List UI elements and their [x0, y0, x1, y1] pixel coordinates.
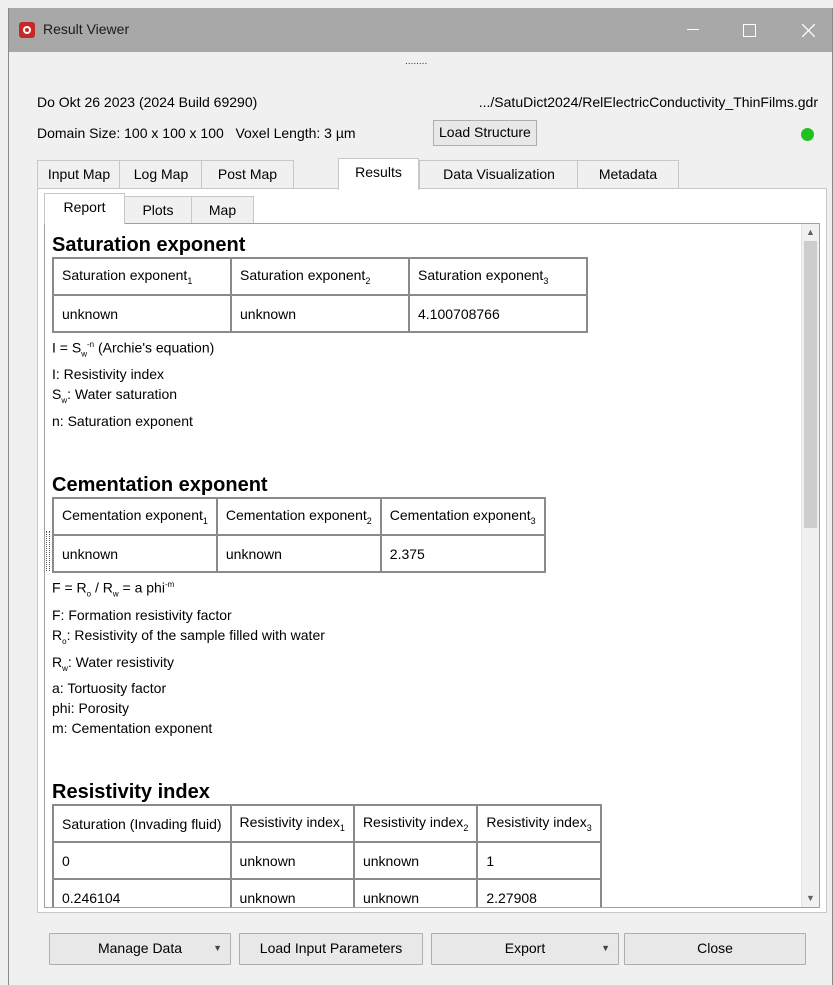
- resistivity-table: Saturation (Invading fluid) Resistivity …: [52, 804, 602, 907]
- maximize-icon: [743, 24, 756, 37]
- tab-log-map[interactable]: Log Map: [119, 160, 203, 188]
- table-cell: unknown: [352, 841, 479, 881]
- close-button[interactable]: Close: [624, 933, 806, 965]
- legend-line: phi: Porosity: [52, 700, 130, 717]
- table-header-cell: Resistivity index1: [229, 804, 355, 844]
- tab-post-map[interactable]: Post Map: [201, 160, 294, 188]
- vertical-scrollbar[interactable]: ▲ ▼: [801, 224, 819, 907]
- legend-line: Rw: Water resistivity: [52, 653, 174, 673]
- tab-data-visualization[interactable]: Data Visualization: [419, 160, 579, 188]
- subtab-report[interactable]: Report: [44, 193, 125, 224]
- load-structure-button[interactable]: Load Structure: [433, 120, 537, 146]
- tab-input-map[interactable]: Input Map: [37, 160, 121, 188]
- cementation-table: Cementation exponent1 Cementation expone…: [52, 497, 546, 574]
- side-splitter-handle[interactable]: [46, 531, 50, 571]
- saturation-heading: Saturation exponent: [52, 234, 246, 256]
- table-cell: 4.100708766: [408, 294, 588, 333]
- report-content: Saturation exponent Saturation exponent1…: [52, 224, 797, 907]
- table-cell: unknown: [52, 294, 232, 333]
- table-header-cell: Cementation exponent2: [215, 497, 382, 537]
- app-logo-icon: [19, 22, 35, 38]
- title-bar[interactable]: Result Viewer: [9, 8, 832, 52]
- export-button[interactable]: Export ▼: [431, 933, 619, 965]
- table-cell: unknown: [230, 294, 410, 333]
- table-cell: unknown: [229, 841, 355, 881]
- scroll-down-arrow-icon[interactable]: ▼: [802, 890, 819, 907]
- subtab-map[interactable]: Map: [191, 196, 254, 223]
- export-label: Export: [504, 940, 546, 956]
- table-cell: unknown: [229, 878, 355, 907]
- table-row: 0.246104 unknown unknown 2.27908: [52, 878, 602, 907]
- table-header-cell: Saturation exponent2: [230, 257, 410, 296]
- manage-data-button[interactable]: Manage Data ▼: [49, 933, 231, 965]
- subtab-plots[interactable]: Plots: [123, 196, 193, 223]
- table-header-cell: Resistivity index2: [352, 804, 479, 844]
- results-panel: Report Plots Map Saturation exponent Sat…: [37, 188, 827, 913]
- legend-line: Ro: Resistivity of the sample filled wit…: [52, 626, 325, 646]
- manage-data-label: Manage Data: [97, 940, 183, 956]
- load-input-parameters-button[interactable]: Load Input Parameters: [239, 933, 423, 965]
- dropdown-arrow-icon: ▼: [213, 943, 222, 953]
- table-header-cell: Saturation exponent3: [408, 257, 588, 296]
- status-indicator: [801, 128, 814, 141]
- table-header-cell: Cementation exponent3: [379, 497, 546, 537]
- table-cell: unknown: [352, 878, 479, 907]
- cementation-legend: F = Ro / Rw = a phi-m F: Formation resis…: [52, 575, 797, 738]
- table-header-cell: Saturation (Invading fluid): [52, 804, 232, 844]
- close-icon: [802, 24, 815, 37]
- legend-line: m: Cementation exponent: [52, 720, 213, 737]
- legend-line: F: Formation resistivity factor: [52, 606, 232, 623]
- maximize-button[interactable]: [727, 8, 773, 52]
- domain-size-info: Domain Size: 100 x 100 x 100 Voxel Lengt…: [37, 125, 356, 141]
- splitter-handle[interactable]: ........: [405, 57, 427, 67]
- resistivity-heading: Resistivity index: [52, 781, 210, 804]
- table-cell: unknown: [52, 534, 218, 574]
- table-header-cell: Cementation exponent1: [52, 497, 218, 537]
- report-view[interactable]: Saturation exponent Saturation exponent1…: [44, 223, 820, 908]
- scroll-up-arrow-icon[interactable]: ▲: [802, 224, 819, 241]
- table-header-cell: Resistivity index3: [476, 804, 602, 844]
- result-viewer-window: Result Viewer ........ Do Okt 26 2023 (2…: [8, 8, 833, 985]
- legend-line: Sw: Water saturation: [52, 386, 178, 406]
- table-cell: unknown: [215, 534, 382, 574]
- window-title: Result Viewer: [43, 21, 130, 37]
- legend-line: a: Tortuosity factor: [52, 680, 167, 697]
- saturation-table: Saturation exponent1 Saturation exponent…: [52, 257, 588, 333]
- legend-line: n: Saturation exponent: [52, 413, 193, 430]
- file-path: .../SatuDict2024/RelElectricConductivity…: [478, 94, 818, 110]
- close-window-button[interactable]: [786, 8, 832, 52]
- cementation-heading: Cementation exponent: [52, 474, 268, 497]
- table-header-cell: Saturation exponent1: [52, 257, 232, 296]
- archie-equation: I = Sw-n (Archie's equation): [52, 339, 215, 359]
- table-cell: 2.27908: [476, 878, 602, 907]
- table-row: 0 unknown unknown 1: [52, 841, 602, 881]
- legend-line: I: Resistivity index: [52, 366, 165, 383]
- build-info: Do Okt 26 2023 (2024 Build 69290): [37, 94, 258, 110]
- tab-metadata[interactable]: Metadata: [577, 160, 679, 188]
- scroll-thumb[interactable]: [804, 241, 817, 528]
- minimize-icon: [687, 29, 699, 30]
- saturation-legend: I = Sw-n (Archie's equation) I: Resistiv…: [52, 335, 797, 431]
- table-cell: 1: [476, 841, 602, 881]
- table-cell: 0: [52, 841, 232, 881]
- formation-equation: F = Ro / Rw = a phi-m: [52, 579, 175, 599]
- dropdown-arrow-icon: ▼: [601, 943, 610, 953]
- minimize-button[interactable]: [671, 8, 717, 52]
- tab-results[interactable]: Results: [338, 158, 419, 190]
- table-cell: 2.375: [379, 534, 546, 574]
- table-cell: 0.246104: [52, 878, 232, 907]
